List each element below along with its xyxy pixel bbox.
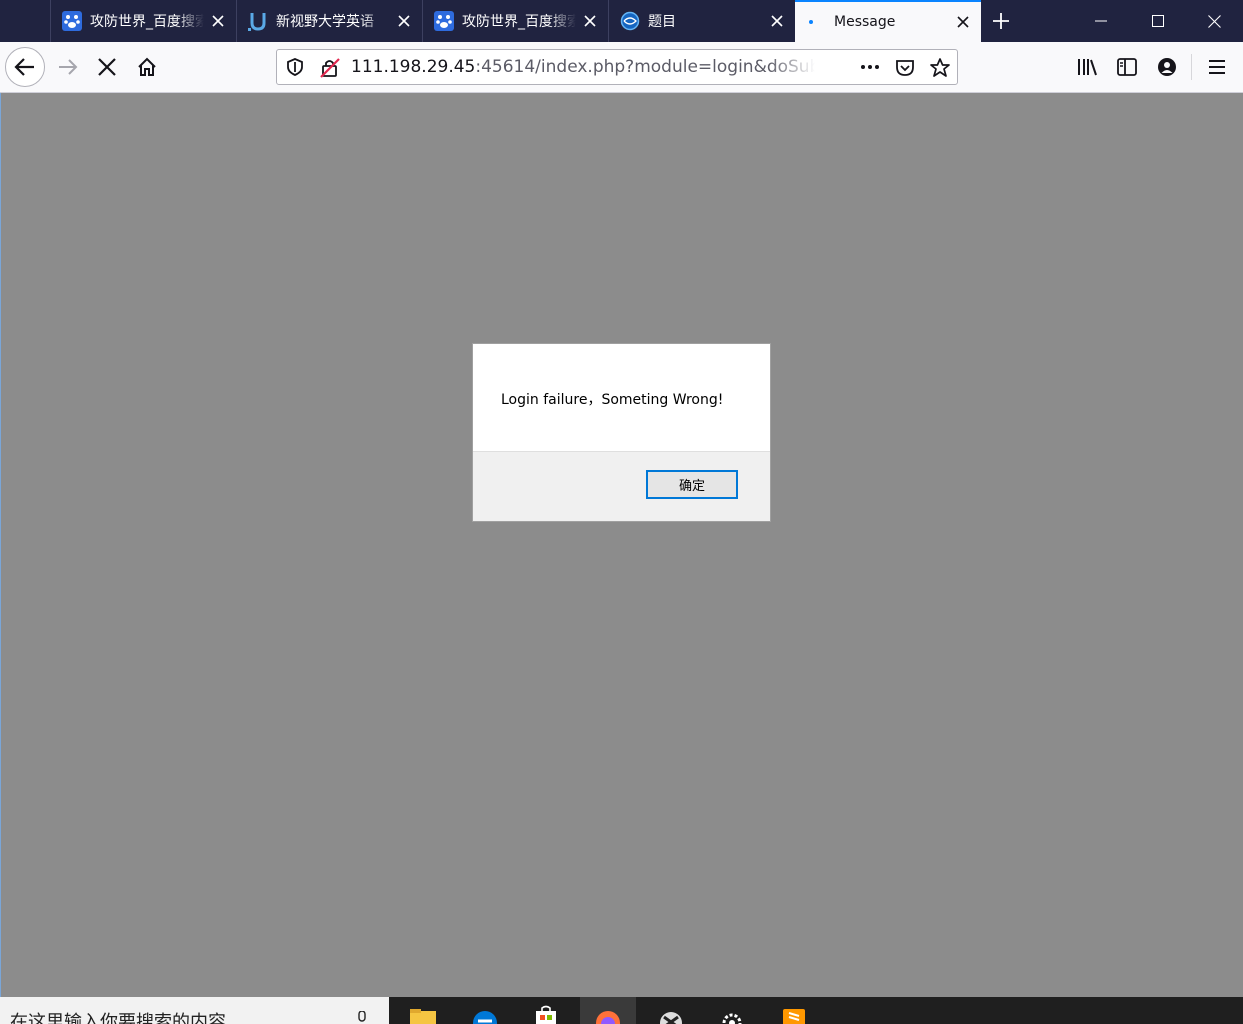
tab-strip: 攻防世界_百度搜索 新视野大学英语 攻防世界_百度搜索 题目 Message [0, 0, 1243, 42]
maximize-button[interactable] [1129, 0, 1186, 42]
toolbar-separator [1191, 54, 1192, 80]
page-content-overlay [0, 93, 1243, 997]
stop-button[interactable] [93, 52, 121, 82]
insecure-lock-icon[interactable] [319, 57, 341, 83]
pocket-icon[interactable] [895, 58, 915, 82]
navigation-toolbar: 111.198.29.45:45614/index.php?module=log… [0, 42, 1243, 93]
firefox-taskbar-icon[interactable] [580, 997, 636, 1024]
store-icon[interactable] [521, 997, 571, 1024]
minimize-icon [1094, 20, 1107, 22]
close-tab-icon[interactable] [949, 8, 977, 36]
back-arrow-icon [14, 58, 34, 76]
windows-taskbar: 在这里输入你要搜索的内容 [0, 997, 1243, 1024]
menu-hamburger-icon[interactable] [1204, 55, 1230, 79]
tab-baidu-2[interactable]: 攻防世界_百度搜索 [422, 0, 608, 42]
dialog-ok-button[interactable]: 确定 [646, 470, 738, 499]
tab-label: 攻防世界_百度搜索 [462, 14, 576, 30]
close-window-icon [1208, 14, 1221, 28]
forward-button[interactable] [54, 52, 82, 82]
settings-gear-icon[interactable] [707, 997, 757, 1024]
home-icon [138, 57, 156, 76]
alert-dialog: Login failure，Someting Wrong! 确定 [472, 343, 771, 522]
window-close-button[interactable] [1186, 0, 1243, 42]
close-tab-icon[interactable] [204, 7, 232, 35]
close-tab-icon[interactable] [390, 7, 418, 35]
microphone-icon[interactable] [355, 1010, 369, 1024]
new-tab-button[interactable] [981, 5, 1021, 37]
address-bar[interactable]: 111.198.29.45:45614/index.php?module=log… [276, 49, 958, 85]
tab-label: 攻防世界_百度搜索 [90, 14, 204, 30]
file-explorer-icon[interactable] [398, 997, 448, 1024]
close-tab-icon[interactable] [576, 7, 604, 35]
u-campus-icon [248, 11, 268, 31]
edge-browser-icon[interactable] [460, 997, 510, 1024]
url-path: :45614/index.php?module=login&doSubmit [475, 57, 815, 77]
tab-label: Message [834, 14, 896, 30]
sidebar-icon[interactable] [1114, 55, 1140, 79]
baidu-paw-icon [434, 11, 454, 31]
taskbar-search-box[interactable]: 在这里输入你要搜索的内容 [0, 997, 389, 1024]
taskbar-search-placeholder: 在这里输入你要搜索的内容 [10, 1012, 226, 1024]
plus-icon [993, 13, 1009, 29]
maximize-icon [1151, 15, 1164, 27]
stop-icon [98, 58, 116, 76]
forward-arrow-icon [59, 59, 78, 75]
ctf-globe-icon [620, 11, 640, 31]
bookmark-star-icon[interactable] [929, 57, 951, 83]
tab-newhorizon[interactable]: 新视野大学英语 [236, 0, 422, 42]
account-icon[interactable] [1154, 55, 1180, 79]
dialog-body: Login failure，Someting Wrong! [473, 344, 770, 452]
baidu-paw-icon [62, 11, 82, 31]
home-button[interactable] [133, 52, 161, 82]
close-tab-icon[interactable] [763, 7, 791, 35]
back-button[interactable] [5, 47, 45, 87]
tab-label: 新视野大学英语 [276, 14, 374, 30]
loading-dot-icon [806, 12, 826, 32]
sublime-app-icon[interactable] [769, 997, 819, 1024]
tab-label: 题目 [648, 14, 676, 30]
dialog-message: Login failure，Someting Wrong! [501, 392, 724, 408]
minimize-button[interactable] [1072, 0, 1129, 42]
tab-baidu-1[interactable]: 攻防世界_百度搜索 [50, 0, 236, 42]
tab-message[interactable]: Message [795, 0, 981, 42]
tracking-shield-icon[interactable] [286, 58, 304, 80]
ide-app-icon[interactable] [646, 997, 696, 1024]
url-text[interactable]: 111.198.29.45:45614/index.php?module=log… [351, 57, 815, 77]
tab-challenge[interactable]: 题目 [608, 0, 795, 42]
page-actions-icon[interactable] [859, 58, 881, 80]
url-host: 111.198.29.45 [351, 57, 476, 77]
library-icon[interactable] [1074, 55, 1100, 79]
